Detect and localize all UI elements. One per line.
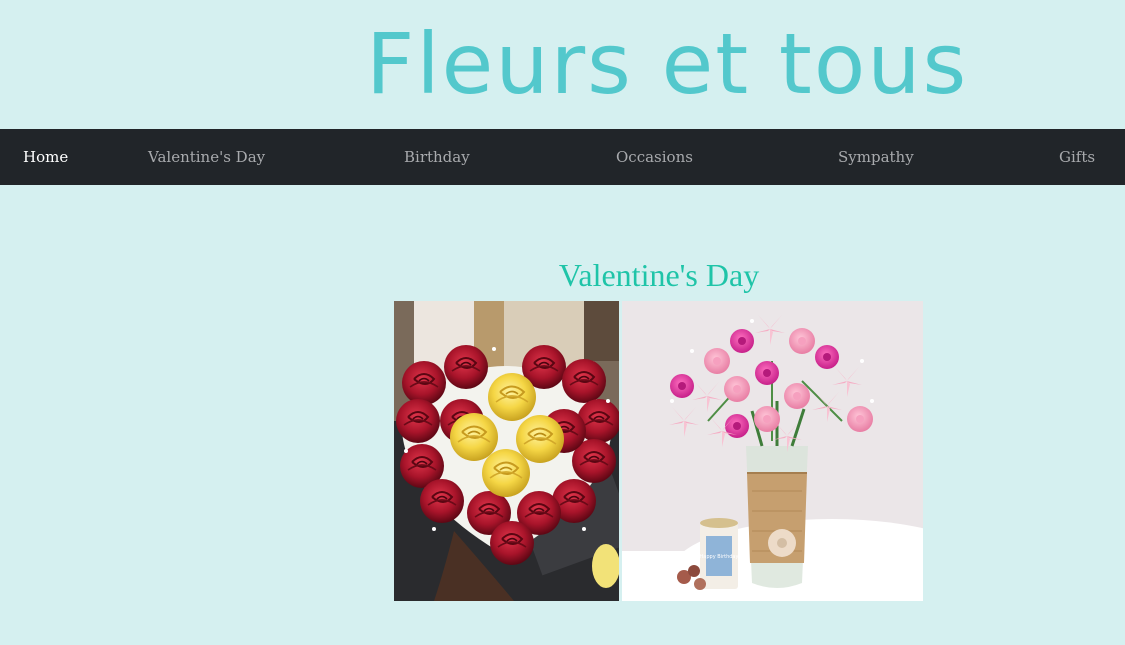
nav-occasions[interactable]: Occasions [616,129,693,185]
navbar: Home Valentine's Day Birthday Occasions … [0,129,1125,185]
site-title: Fleurs et tous [366,15,969,113]
site-header: Fleurs et tous [0,0,1125,129]
rose-heart-bouquet-image[interactable] [394,301,619,601]
section-title: Valentine's Day [558,257,760,293]
nav-sympathy[interactable]: Sympathy [838,129,914,185]
nav-valentines-day[interactable]: Valentine's Day [148,129,265,185]
gift-tin-label: Happy Birthday [700,554,739,560]
nav-birthday[interactable]: Birthday [404,129,470,185]
pink-flower-vase-image[interactable]: Happy Birthday [622,301,923,601]
nav-home[interactable]: Home [23,129,68,185]
nav-gifts[interactable]: Gifts [1059,129,1095,185]
